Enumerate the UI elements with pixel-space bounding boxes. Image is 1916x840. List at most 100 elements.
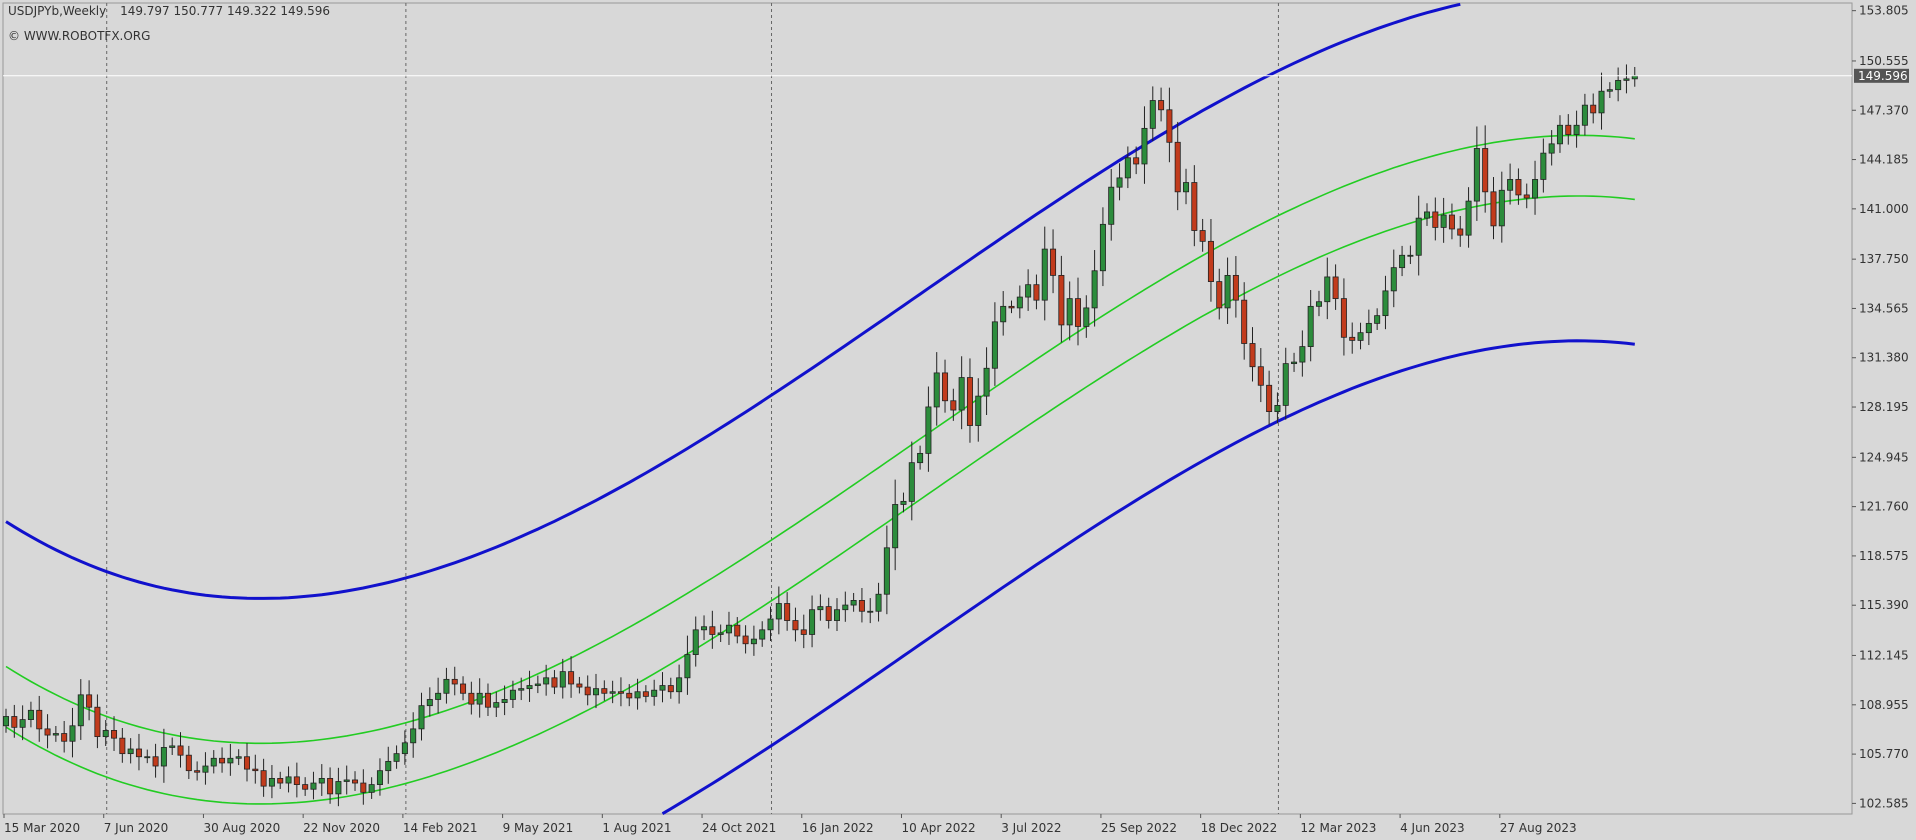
candle-body	[111, 730, 118, 739]
candle-body	[169, 745, 176, 748]
candle-body	[659, 685, 666, 691]
x-tick-label: 9 May 2021	[503, 821, 574, 835]
candle-body	[1448, 214, 1455, 230]
candle-body	[352, 779, 359, 784]
candle-body	[1299, 346, 1306, 363]
candle-body	[709, 626, 716, 635]
x-tick-label: 3 Jul 2022	[1001, 821, 1061, 835]
x-tick-label: 27 Aug 2023	[1500, 821, 1577, 835]
candle-body	[360, 782, 367, 793]
candle-body	[1515, 179, 1522, 196]
y-tick-label: 137.750	[1859, 252, 1909, 266]
candle-body	[1124, 157, 1131, 179]
candle-body	[883, 547, 890, 595]
candle-body	[1615, 79, 1622, 91]
candle-body	[642, 691, 649, 697]
candle-body	[1415, 217, 1422, 256]
candle-body	[917, 452, 924, 464]
candle-body	[767, 618, 774, 631]
candle-body	[651, 689, 658, 697]
candle-body	[484, 692, 491, 708]
y-tick-label: 131.380	[1859, 351, 1909, 365]
candle-body	[734, 624, 741, 637]
y-tick-label: 134.565	[1859, 301, 1909, 315]
open-value: 149.797	[120, 4, 170, 18]
x-tick-label: 18 Dec 2022	[1201, 821, 1278, 835]
x-tick-label: 25 Sep 2022	[1101, 821, 1177, 835]
candle-body	[94, 706, 101, 738]
candle-body	[1307, 305, 1314, 347]
candle-body	[318, 778, 325, 784]
time-axis[interactable]: 15 Mar 2020 7 Jun 2020 30 Aug 2020 22 Nov 2…	[3, 814, 1577, 835]
candle-body	[401, 742, 408, 755]
candle-body	[958, 377, 965, 411]
candle-body	[1407, 254, 1414, 257]
candle-body	[268, 778, 275, 787]
candle-body	[950, 400, 957, 411]
candle-body	[368, 784, 375, 793]
x-tick-label: 12 Mar 2023	[1300, 821, 1376, 835]
candle-body	[1249, 343, 1256, 368]
candle-body	[310, 782, 317, 790]
candle-body	[534, 683, 541, 686]
y-tick-label: 153.805	[1859, 4, 1909, 18]
y-tick-label: 124.945	[1859, 450, 1909, 464]
candle-body	[293, 776, 300, 785]
candle-body	[601, 688, 608, 694]
candle-body	[252, 768, 259, 772]
candle-body	[1606, 89, 1613, 92]
candle-body	[1291, 361, 1298, 365]
candle-body	[435, 692, 442, 700]
candle-body	[61, 733, 68, 742]
candle-body	[1133, 157, 1140, 165]
candle-body	[426, 699, 433, 707]
candle-body	[194, 770, 201, 773]
candle-body	[1008, 305, 1015, 309]
candle-body	[1357, 332, 1364, 341]
y-tick-label: 121.760	[1859, 500, 1909, 514]
candle-body	[260, 770, 267, 787]
candle-body	[1382, 290, 1389, 317]
x-tick-label: 15 Mar 2020	[4, 821, 80, 835]
x-tick-label: 16 Jan 2022	[802, 821, 874, 835]
candle-body	[900, 500, 907, 505]
candle-body	[834, 609, 841, 621]
candle-body	[809, 609, 816, 635]
candle-body	[27, 709, 34, 720]
candle-body	[543, 677, 550, 685]
candle-body	[1174, 141, 1181, 193]
candle-body	[1365, 322, 1372, 334]
candle-body	[327, 778, 334, 795]
candle-body	[160, 747, 167, 767]
candle-body	[1540, 152, 1547, 180]
price-axis[interactable]: 153.805 150.555 147.370 144.185 141.000 137.7…	[1852, 4, 1909, 811]
candle-body	[568, 671, 575, 685]
candle-body	[983, 367, 990, 397]
y-tick-label: 128.195	[1859, 400, 1909, 414]
candle-body	[1465, 200, 1472, 236]
candle-body	[1066, 298, 1073, 326]
candle-body	[725, 624, 732, 634]
candle-body	[69, 725, 76, 742]
candle-body	[858, 600, 865, 612]
candle-body	[717, 632, 724, 635]
candle-body	[1399, 254, 1406, 269]
candle-body	[11, 716, 18, 728]
candle-body	[1565, 124, 1572, 135]
candle-body	[460, 683, 467, 694]
candle-body	[135, 748, 142, 758]
candle-body	[1232, 274, 1239, 301]
candle-body	[1581, 104, 1588, 126]
candle-body	[1556, 124, 1563, 145]
current-price-label: 149.596	[1858, 69, 1908, 83]
candle-body	[1033, 284, 1040, 301]
candle-body	[676, 677, 683, 693]
x-tick-label: 14 Feb 2021	[403, 821, 478, 835]
y-tick-label: 108.955	[1859, 698, 1909, 712]
candle-body	[1241, 299, 1248, 344]
candle-body	[451, 678, 458, 685]
candle-body	[1199, 230, 1206, 242]
candle-body	[684, 654, 691, 679]
candle-body	[77, 694, 84, 727]
price-chart[interactable]: 153.805 150.555 147.370 144.185 141.000 137.7…	[0, 0, 1916, 840]
